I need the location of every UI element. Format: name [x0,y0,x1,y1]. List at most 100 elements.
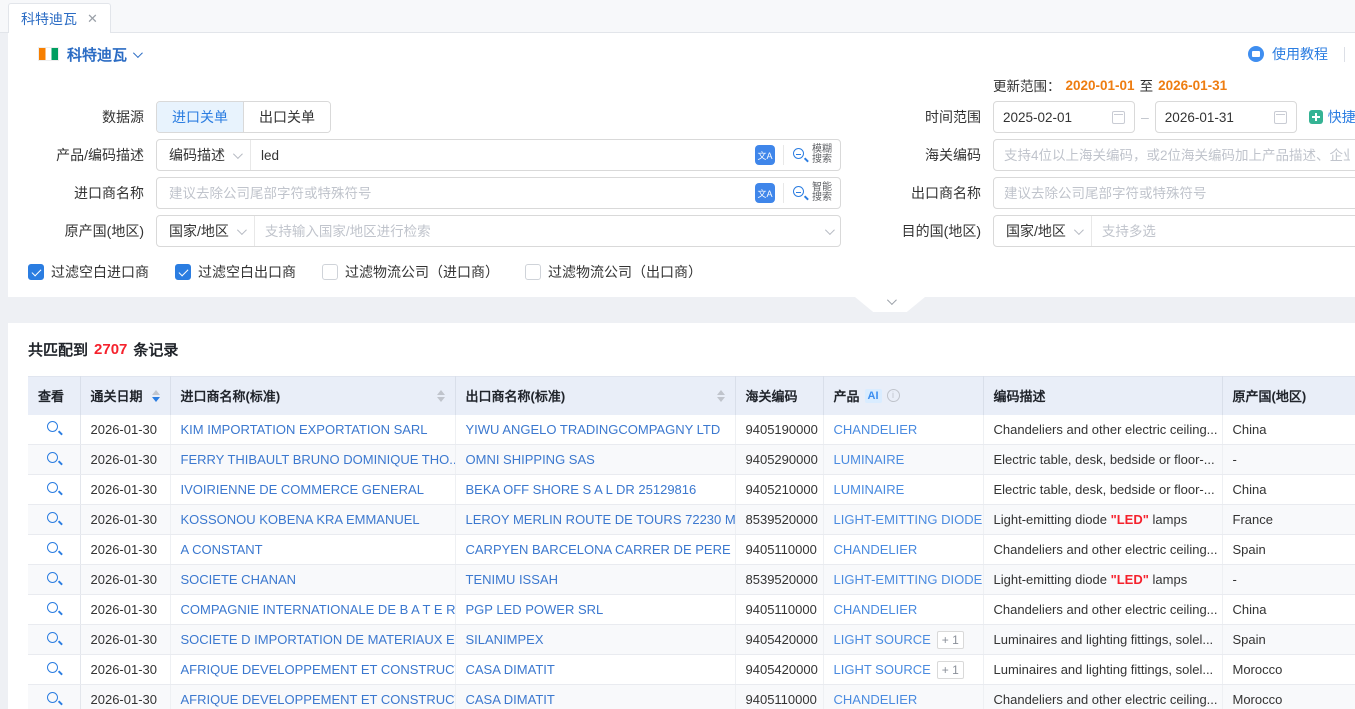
importer-link[interactable]: AFRIQUE DEVELOPPEMENT ET CONSTRUCT... [181,662,456,677]
col-hs-code: 海关编码 [735,377,823,415]
importer-name-input[interactable] [157,178,755,208]
product-link[interactable]: LIGHT-EMITTING DIODE [834,572,983,587]
translate-icon[interactable] [755,183,775,203]
exporter-link[interactable]: TENIMU ISSAH [466,572,558,587]
sort-control-importer[interactable] [437,390,445,402]
exporter-link[interactable]: CASA DIMATIT [466,662,555,677]
product-type-select[interactable]: 编码描述 [157,140,251,170]
importer-link[interactable]: SOCIETE CHANAN [181,572,297,587]
product-extra-badge[interactable]: + 1 [937,661,964,679]
calendar-icon[interactable] [1112,111,1125,124]
hs-code-input[interactable] [994,140,1355,170]
importer-link[interactable]: A CONSTANT [181,542,263,557]
filter-row-3: 进口商名称 智能 搜索 出 [8,177,1355,209]
hs-code: 9405110000 [735,595,823,625]
importer-link[interactable]: FERRY THIBAULT BRUNO DOMINIQUE THO... [181,452,456,467]
tab-close-icon[interactable]: ✕ [87,11,98,27]
col-importer[interactable]: 进口商名称(标准) [170,377,455,415]
view-record-icon[interactable] [46,601,61,616]
importer-link[interactable]: COMPAGNIE INTERNATIONALE DE B A T E R [181,602,456,617]
clearance-date: 2026-01-30 [80,625,170,655]
tab-cote-divoire[interactable]: 科特迪瓦 ✕ [8,3,111,33]
view-record-icon[interactable] [46,631,61,646]
product-link[interactable]: LUMINAIRE [834,452,905,467]
product-link[interactable]: LUMINAIRE [834,482,905,497]
exporter-link[interactable]: BEKA OFF SHORE S A L DR 25129816 [466,482,697,497]
product-link[interactable]: CHANDELIER [834,422,918,437]
origin-country-select[interactable]: 国家/地区 [157,216,255,246]
quick-select-button[interactable]: 快捷选 [1309,107,1355,127]
product-link[interactable]: CHANDELIER [834,602,918,617]
col-exporter[interactable]: 出口商名称(标准) [455,377,735,415]
checkbox-filter-blank-importer[interactable]: 过滤空白进口商 [28,262,149,282]
exporter-link[interactable]: SILANIMPEX [466,632,544,647]
ai-badge: AI [865,389,882,403]
exporter-link[interactable]: OMNI SHIPPING SAS [466,452,595,467]
view-record-icon[interactable] [46,420,61,435]
importer-link[interactable]: IVOIRIENNE DE COMMERCE GENERAL [181,482,424,497]
view-record-icon[interactable] [46,451,61,466]
sort-control-exporter[interactable] [717,390,725,402]
exporter-link[interactable]: LEROY MERLIN ROUTE DE TOURS 72230 M [466,512,736,527]
table-row: 2026-01-30 FERRY THIBAULT BRUNO DOMINIQU… [28,445,1355,475]
product-link[interactable]: LIGHT-EMITTING DIODE [834,512,983,527]
destination-country-select[interactable]: 国家/地区 [994,216,1092,246]
collapse-panel-button[interactable] [855,297,925,312]
origin-country-input[interactable] [255,216,825,246]
view-record-icon[interactable] [46,571,61,586]
product-extra-badge[interactable]: + 1 [937,631,964,649]
calendar-icon[interactable] [1274,111,1287,124]
checkbox-icon[interactable] [525,264,541,280]
exporter-link[interactable]: CASA DIMATIT [466,692,555,707]
data-source-export-tab[interactable]: 出口关单 [243,102,330,132]
view-record-icon[interactable] [46,511,61,526]
view-record-icon[interactable] [46,691,61,706]
tutorial-link[interactable]: 使用教程 [1272,44,1328,64]
exporter-name-input[interactable] [994,178,1355,208]
checkbox-filter-logistics-exporter[interactable]: 过滤物流公司（出口商） [525,262,702,282]
country-selector-label[interactable]: 科特迪瓦 [67,44,127,65]
product-link[interactable]: CHANDELIER [834,692,918,707]
col-date[interactable]: 通关日期 [80,377,170,415]
product-link[interactable]: CHANDELIER [834,542,918,557]
product-desc-input[interactable] [251,140,755,170]
exporter-link[interactable]: YIWU ANGELO TRADINGCOMPAGNY LTD [466,422,721,437]
chevron-down-icon[interactable] [825,225,835,235]
view-record-icon[interactable] [46,661,61,676]
importer-link[interactable]: SOCIETE D IMPORTATION DE MATERIAUX E... [181,632,456,647]
clearance-date: 2026-01-30 [80,415,170,445]
view-record-icon[interactable] [46,541,61,556]
data-source-import-tab[interactable]: 进口关单 [157,102,243,132]
checkbox-icon[interactable] [175,264,191,280]
table-row: 2026-01-30 IVOIRIENNE DE COMMERCE GENERA… [28,475,1355,505]
info-icon[interactable] [887,389,900,402]
product-link[interactable]: LIGHT SOURCE [834,632,931,647]
checkbox-icon[interactable] [28,264,44,280]
translate-icon[interactable] [755,145,775,165]
view-record-icon[interactable] [46,481,61,496]
importer-link[interactable]: AFRIQUE DEVELOPPEMENT ET CONSTRUCT... [181,692,456,707]
date-to-field[interactable] [1155,101,1297,133]
importer-link[interactable]: KOSSONOU KOBENA KRA EMMANUEL [181,512,420,527]
checkbox-filter-logistics-importer[interactable]: 过滤物流公司（进口商） [322,262,499,282]
product-link[interactable]: LIGHT SOURCE [834,662,931,677]
exporter-link[interactable]: PGP LED POWER SRL [466,602,604,617]
table-row: 2026-01-30 SOCIETE CHANAN TENIMU ISSAH 8… [28,565,1355,595]
hs-code: 9405210000 [735,475,823,505]
exporter-link[interactable]: CARPYEN BARCELONA CARRER DE PERE IV [466,542,736,557]
fuzzy-search-label: 搜索 [812,154,832,165]
date-to-input[interactable] [1165,110,1268,125]
cote-divoire-flag-icon [38,47,59,61]
chevron-down-icon[interactable] [133,48,143,58]
checkbox-icon[interactable] [322,264,338,280]
fuzzy-search-button[interactable]: 模糊 搜索 [783,145,832,165]
date-from-input[interactable] [1003,110,1106,125]
sort-control-date[interactable] [152,390,160,402]
smart-search-button[interactable]: 智能 搜索 [783,183,832,203]
date-from-field[interactable] [993,101,1135,133]
checkbox-label: 过滤空白进口商 [51,262,149,282]
origin-country: China [1222,415,1355,445]
destination-country-input[interactable] [1092,216,1355,246]
importer-link[interactable]: KIM IMPORTATION EXPORTATION SARL [181,422,428,437]
checkbox-filter-blank-exporter[interactable]: 过滤空白出口商 [175,262,296,282]
